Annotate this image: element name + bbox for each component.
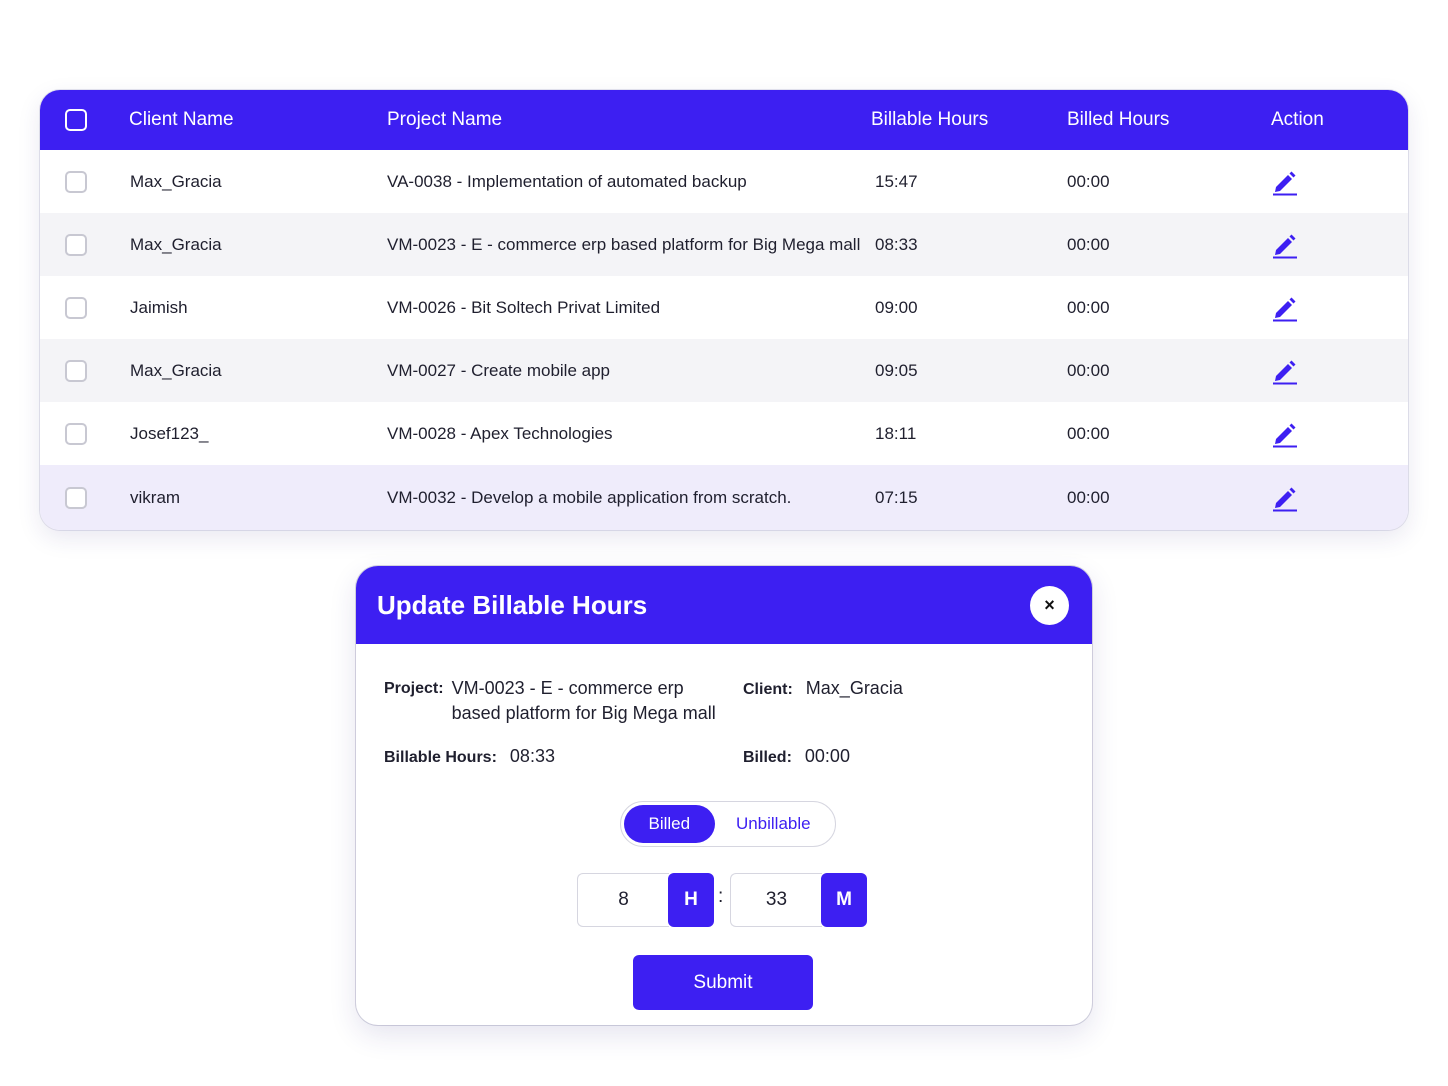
row-checkbox-cell[interactable]: [65, 487, 87, 509]
table-row: vikram VM-0032 - Develop a mobile applic…: [40, 465, 1408, 530]
row-billed-hours: 00:00: [1067, 360, 1110, 380]
hours-input[interactable]: [577, 873, 669, 927]
hours-unit-badge: H: [668, 873, 714, 927]
row-checkbox-cell[interactable]: [65, 233, 87, 256]
table-body: Max_Gracia VA-0038 - Implementation of a…: [40, 150, 1408, 530]
row-billable-hours: 09:00: [875, 297, 918, 317]
pencil-edit-icon[interactable]: [1272, 484, 1298, 512]
row-billable-hours: 07:15: [875, 488, 918, 507]
billable-hours-value: 08:33: [509, 746, 555, 766]
row-checkbox[interactable]: [65, 296, 87, 319]
row-billed-hours: 00:00: [1067, 171, 1110, 191]
row-billable-hours: 08:33: [875, 234, 918, 254]
billed-info: Billed: 00:00: [743, 744, 850, 770]
billable-hours-label: Billable Hours:: [384, 749, 497, 766]
row-project-name: VM-0027 - Create mobile app: [387, 360, 611, 380]
row-client-name: Max_Gracia: [130, 234, 222, 254]
row-checkbox[interactable]: [65, 233, 87, 256]
billable-hours-table: Client Name Project Name Billable Hours …: [40, 90, 1408, 530]
header-billable-hours: Billable Hours: [871, 109, 989, 130]
time-separator: :: [718, 886, 724, 907]
billable-hours-info: Billable Hours: 08:33: [384, 744, 555, 770]
row-client-name: vikram: [130, 488, 181, 507]
row-billable-hours: 15:47: [875, 171, 918, 191]
row-billed-hours: 00:00: [1067, 234, 1110, 254]
row-project-name: VM-0028 - Apex Technologies: [387, 423, 613, 443]
pencil-edit-icon[interactable]: [1272, 294, 1298, 322]
pencil-edit-icon[interactable]: [1272, 420, 1298, 448]
dialog-title: Update Billable Hours: [377, 589, 648, 620]
row-checkbox-cell[interactable]: [65, 170, 87, 193]
select-all-checkbox[interactable]: [65, 109, 87, 131]
client-label: Client:: [743, 681, 793, 698]
submit-button[interactable]: Submit: [633, 955, 813, 1010]
row-billed-hours: 00:00: [1067, 297, 1110, 317]
minutes-field-group: M: [730, 873, 867, 927]
row-client-name: Max_Gracia: [130, 360, 222, 380]
toggle-billed-option[interactable]: Billed: [624, 805, 715, 843]
header-client-name: Client Name: [129, 109, 234, 130]
minutes-unit-badge: M: [821, 873, 867, 927]
row-checkbox[interactable]: [65, 170, 87, 193]
select-all-checkbox-cell[interactable]: [65, 109, 87, 131]
row-checkbox-cell[interactable]: [65, 359, 87, 382]
row-checkbox[interactable]: [65, 359, 87, 382]
table-row: Jaimish VM-0026 - Bit Soltech Privat Lim…: [40, 276, 1408, 339]
row-billable-hours: 18:11: [875, 423, 917, 443]
client-value: Max_Gracia: [805, 678, 903, 698]
project-info: Project: VM-0023 - E - commerce erp base…: [384, 676, 724, 726]
row-edit-button[interactable]: [1272, 420, 1298, 448]
row-checkbox-cell[interactable]: [65, 422, 87, 445]
header-billed-hours: Billed Hours: [1067, 109, 1170, 130]
row-client-name: Josef123_: [130, 423, 209, 443]
pencil-edit-icon[interactable]: [1272, 168, 1298, 196]
close-icon: ×: [1044, 594, 1055, 615]
row-checkbox[interactable]: [65, 487, 87, 509]
update-billable-hours-dialog: Update Billable Hours × Project: VM-0023…: [356, 566, 1092, 1025]
project-value: VM-0023 - E - commerce erp based platfor…: [451, 678, 716, 723]
row-project-name: VM-0026 - Bit Soltech Privat Limited: [387, 297, 661, 317]
project-label: Project:: [384, 680, 444, 697]
row-edit-button[interactable]: [1272, 294, 1298, 322]
row-client-name: Jaimish: [130, 297, 188, 317]
minutes-input[interactable]: [730, 873, 822, 927]
close-button[interactable]: ×: [1030, 585, 1069, 625]
pencil-edit-icon[interactable]: [1272, 357, 1298, 385]
row-billed-hours: 00:00: [1067, 488, 1110, 507]
row-edit-button[interactable]: [1272, 231, 1298, 259]
row-billed-hours: 00:00: [1067, 423, 1110, 443]
billed-value: 00:00: [804, 746, 850, 766]
billed-label: Billed:: [743, 749, 792, 766]
row-edit-button[interactable]: [1272, 168, 1298, 196]
dialog-header: Update Billable Hours ×: [356, 566, 1092, 644]
row-client-name: Max_Gracia: [130, 171, 222, 191]
row-checkbox[interactable]: [65, 422, 87, 445]
header-project-name: Project Name: [387, 109, 503, 130]
header-action: Action: [1271, 109, 1324, 130]
row-project-name: VM-0023 - E - commerce erp based platfor…: [387, 234, 861, 254]
hours-field-group: H: [577, 873, 714, 927]
row-edit-button[interactable]: [1272, 484, 1298, 512]
row-project-name: VA-0038 - Implementation of automated ba…: [387, 171, 747, 191]
toggle-unbillable-option[interactable]: Unbillable: [715, 805, 832, 843]
row-edit-button[interactable]: [1272, 357, 1298, 385]
billing-type-toggle: Billed Unbillable: [620, 801, 836, 847]
table-row: Max_Gracia VM-0023 - E - commerce erp ba…: [40, 213, 1408, 276]
table-row: Josef123_ VM-0028 - Apex Technologies 18…: [40, 402, 1408, 465]
row-billable-hours: 09:05: [875, 360, 918, 380]
client-info: Client: Max_Gracia: [743, 676, 903, 702]
table-row: Max_Gracia VA-0038 - Implementation of a…: [40, 150, 1408, 213]
row-project-name: VM-0032 - Develop a mobile application f…: [387, 488, 792, 507]
row-checkbox-cell[interactable]: [65, 296, 87, 319]
pencil-edit-icon[interactable]: [1272, 231, 1298, 259]
table-header: Client Name Project Name Billable Hours …: [40, 90, 1408, 150]
table-row: Max_Gracia VM-0027 - Create mobile app 0…: [40, 339, 1408, 402]
